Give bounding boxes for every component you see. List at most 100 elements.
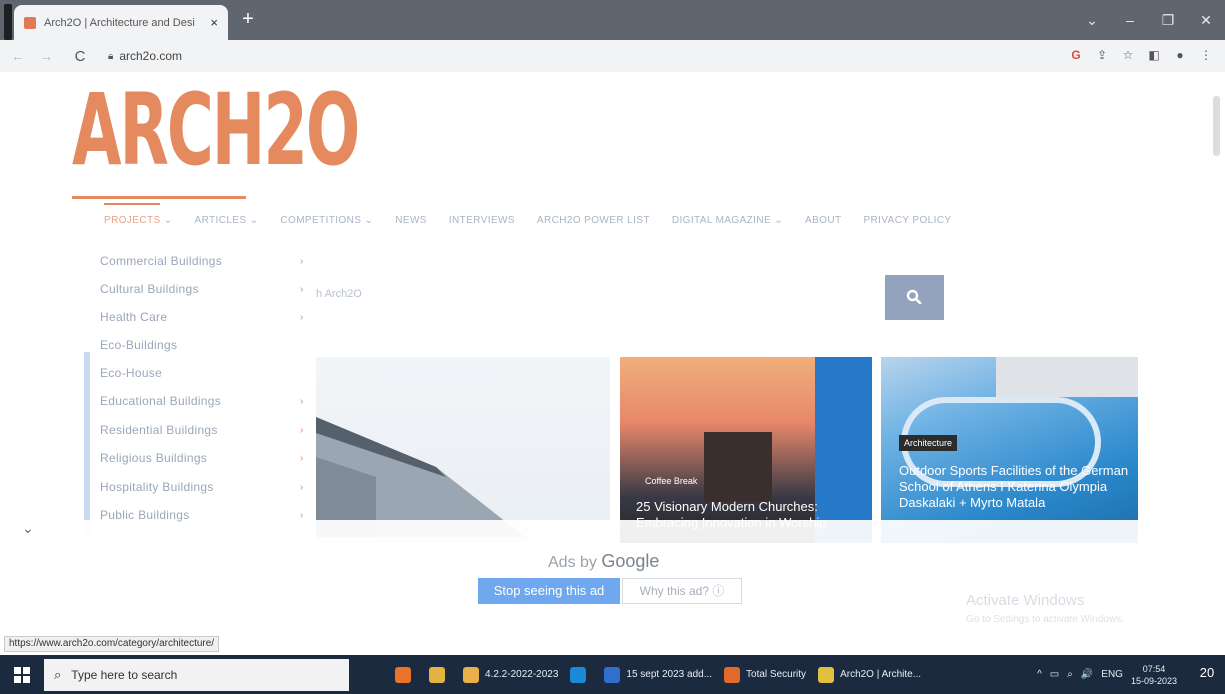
activate-windows-subtitle: Go to Settings to activate Windows. xyxy=(966,614,1124,625)
browser-tab[interactable]: Arch2O | Architecture and Desi × xyxy=(14,5,228,40)
ad-collapse-chevron-icon[interactable]: ⌄ xyxy=(22,520,34,537)
submenu-arrow-icon[interactable]: › xyxy=(300,284,303,295)
nav-item[interactable]: DIGITAL MAGAZINE ⌄ xyxy=(672,215,783,226)
clock[interactable]: 07:54 15-09-2023 xyxy=(1131,663,1177,687)
browser-tab-bar: Arch2O | Architecture and Desi × + ⌄ – ❐… xyxy=(0,0,1225,40)
taskbar-app[interactable]: Arch2O | Archite... xyxy=(812,655,927,694)
article-card-2[interactable]: Coffee Break 25 Visionary Modern Churche… xyxy=(620,357,872,543)
nav-item[interactable]: ARCH2O POWER LIST xyxy=(537,215,650,226)
scrollbar-thumb[interactable] xyxy=(1213,96,1220,156)
dropdown-item[interactable]: Commercial Buildings xyxy=(100,254,222,268)
activate-windows-title: Activate Windows xyxy=(966,592,1085,609)
notification-count: 20 xyxy=(1199,665,1215,680)
tab-close-icon[interactable]: × xyxy=(210,15,218,30)
dropdown-item[interactable]: Hospitality Buildings xyxy=(100,480,214,494)
language-indicator[interactable]: ENG xyxy=(1101,669,1123,680)
stadium-roof-image xyxy=(996,357,1138,397)
volume-icon[interactable]: 🔊 xyxy=(1081,669,1093,680)
taskbar-search-placeholder: Type here to search xyxy=(71,667,178,682)
nav-item[interactable]: ABOUT xyxy=(805,215,841,226)
start-button[interactable] xyxy=(0,655,44,694)
app-icon xyxy=(463,666,479,683)
reload-button[interactable]: C xyxy=(70,48,90,65)
status-bar-url: https://www.arch2o.com/category/architec… xyxy=(4,636,220,652)
tab-title: Arch2O | Architecture and Desi xyxy=(44,16,195,29)
submenu-arrow-icon[interactable]: › xyxy=(300,396,303,407)
page-scrollbar[interactable] xyxy=(1211,78,1221,648)
close-window-button[interactable]: ✕ xyxy=(1187,6,1225,34)
nav-item[interactable]: COMPETITIONS ⌄ xyxy=(280,215,373,226)
submenu-arrow-icon[interactable]: › xyxy=(300,312,303,323)
taskbar-app-label: 15 sept 2023 add... xyxy=(626,669,713,680)
notification-center-button[interactable]: 20 xyxy=(1197,665,1217,685)
nav-item[interactable]: NEWS xyxy=(395,215,427,226)
nav-item[interactable]: PROJECTS ⌄ xyxy=(104,215,173,226)
submenu-arrow-icon[interactable]: › xyxy=(300,453,303,464)
logo-underline xyxy=(72,196,246,199)
clock-time: 07:54 xyxy=(1142,663,1166,674)
nav-item[interactable]: ARTICLES ⌄ xyxy=(195,215,259,226)
card-category-badge[interactable]: Coffee Break xyxy=(640,473,702,489)
dropdown-item[interactable]: Health Care xyxy=(100,310,167,324)
tray-overflow-icon[interactable]: ^ xyxy=(1037,669,1042,680)
stop-seeing-ad-button[interactable]: Stop seeing this ad xyxy=(478,578,620,604)
menu-icon[interactable]: ⋮ xyxy=(1199,48,1213,62)
network-icon[interactable]: ⌕ xyxy=(1067,669,1073,680)
search-button[interactable] xyxy=(885,275,944,320)
browser-toolbar: ← → C 🔒︎ arch2o.com G ⇪ ☆ ◧ ● ⋮ xyxy=(0,40,1225,72)
side-panel-icon[interactable]: ◧ xyxy=(1147,48,1161,62)
taskbar-app[interactable] xyxy=(389,655,423,694)
app-icon xyxy=(724,666,741,683)
address-bar[interactable]: arch2o.com xyxy=(119,49,182,63)
search-icon xyxy=(906,289,922,305)
search-input[interactable] xyxy=(316,276,886,316)
dropdown-item[interactable]: Cultural Buildings xyxy=(100,282,199,296)
taskbar-app-label: Arch2O | Archite... xyxy=(840,669,922,680)
nav-item[interactable]: INTERVIEWS xyxy=(449,215,515,226)
taskbar-app[interactable]: 15 sept 2023 add... xyxy=(598,655,718,694)
restore-button[interactable]: ❐ xyxy=(1149,6,1187,34)
building-roof-image xyxy=(316,417,526,537)
windows-taskbar: ⌕ Type here to search 4.2.2-2022-2023 15 … xyxy=(0,655,1225,694)
taskbar-app[interactable] xyxy=(564,655,598,694)
dropdown-item[interactable]: Public Buildings xyxy=(100,508,190,522)
nav-active-indicator xyxy=(104,203,160,205)
bookmark-star-icon[interactable]: ☆ xyxy=(1121,48,1135,62)
back-button[interactable]: ← xyxy=(8,48,28,64)
forward-button[interactable]: → xyxy=(36,48,56,64)
taskbar-app[interactable] xyxy=(423,655,457,694)
taskbar-app[interactable]: 4.2.2-2022-2023 xyxy=(457,655,564,694)
why-this-ad-button[interactable]: Why this ad? ⓘ xyxy=(622,578,742,604)
dropdown-item[interactable]: Educational Buildings xyxy=(100,394,221,408)
card-category-badge[interactable]: Architecture xyxy=(899,435,958,451)
dropdown-item[interactable]: Eco-House xyxy=(100,366,162,380)
share-icon[interactable]: ⇪ xyxy=(1095,48,1109,62)
article-card-1[interactable] xyxy=(316,357,610,543)
new-tab-button[interactable]: + xyxy=(238,9,258,29)
submenu-arrow-icon[interactable]: › xyxy=(300,425,303,436)
nav-item[interactable]: PRIVACY POLICY xyxy=(863,215,951,226)
battery-icon[interactable]: ▭ xyxy=(1050,669,1059,680)
dropdown-item[interactable]: Residential Buildings xyxy=(100,423,218,437)
submenu-arrow-icon[interactable]: › xyxy=(300,256,303,267)
search-icon: ⌕ xyxy=(54,666,62,682)
dropdown-item[interactable]: Eco-Buildings xyxy=(100,338,177,352)
lock-icon[interactable]: 🔒︎ xyxy=(108,51,113,62)
app-icon xyxy=(570,666,587,683)
taskbar-app-label: Total Security xyxy=(746,669,807,680)
taskbar-app[interactable]: Total Security xyxy=(718,655,812,694)
submenu-arrow-icon[interactable]: › xyxy=(300,482,303,493)
tab-search-button[interactable]: ⌄ xyxy=(1073,6,1111,34)
card-title[interactable]: Outdoor Sports Facilities of the German … xyxy=(899,463,1129,511)
ads-by-label: Ads by xyxy=(548,554,597,571)
toolbar-icons: G ⇪ ☆ ◧ ● ⋮ xyxy=(1069,48,1213,62)
article-card-3[interactable]: Architecture Outdoor Sports Facilities o… xyxy=(881,357,1138,543)
site-logo[interactable]: ARCH2O xyxy=(72,82,360,192)
dropdown-highlight-bar xyxy=(84,352,90,538)
profile-icon[interactable]: ● xyxy=(1173,48,1187,62)
dropdown-item[interactable]: Religious Buildings xyxy=(100,451,207,465)
submenu-arrow-icon[interactable]: › xyxy=(300,510,303,521)
minimize-button[interactable]: – xyxy=(1111,6,1149,34)
taskbar-search[interactable]: ⌕ Type here to search xyxy=(44,658,349,691)
google-translate-icon[interactable]: G xyxy=(1069,48,1083,62)
